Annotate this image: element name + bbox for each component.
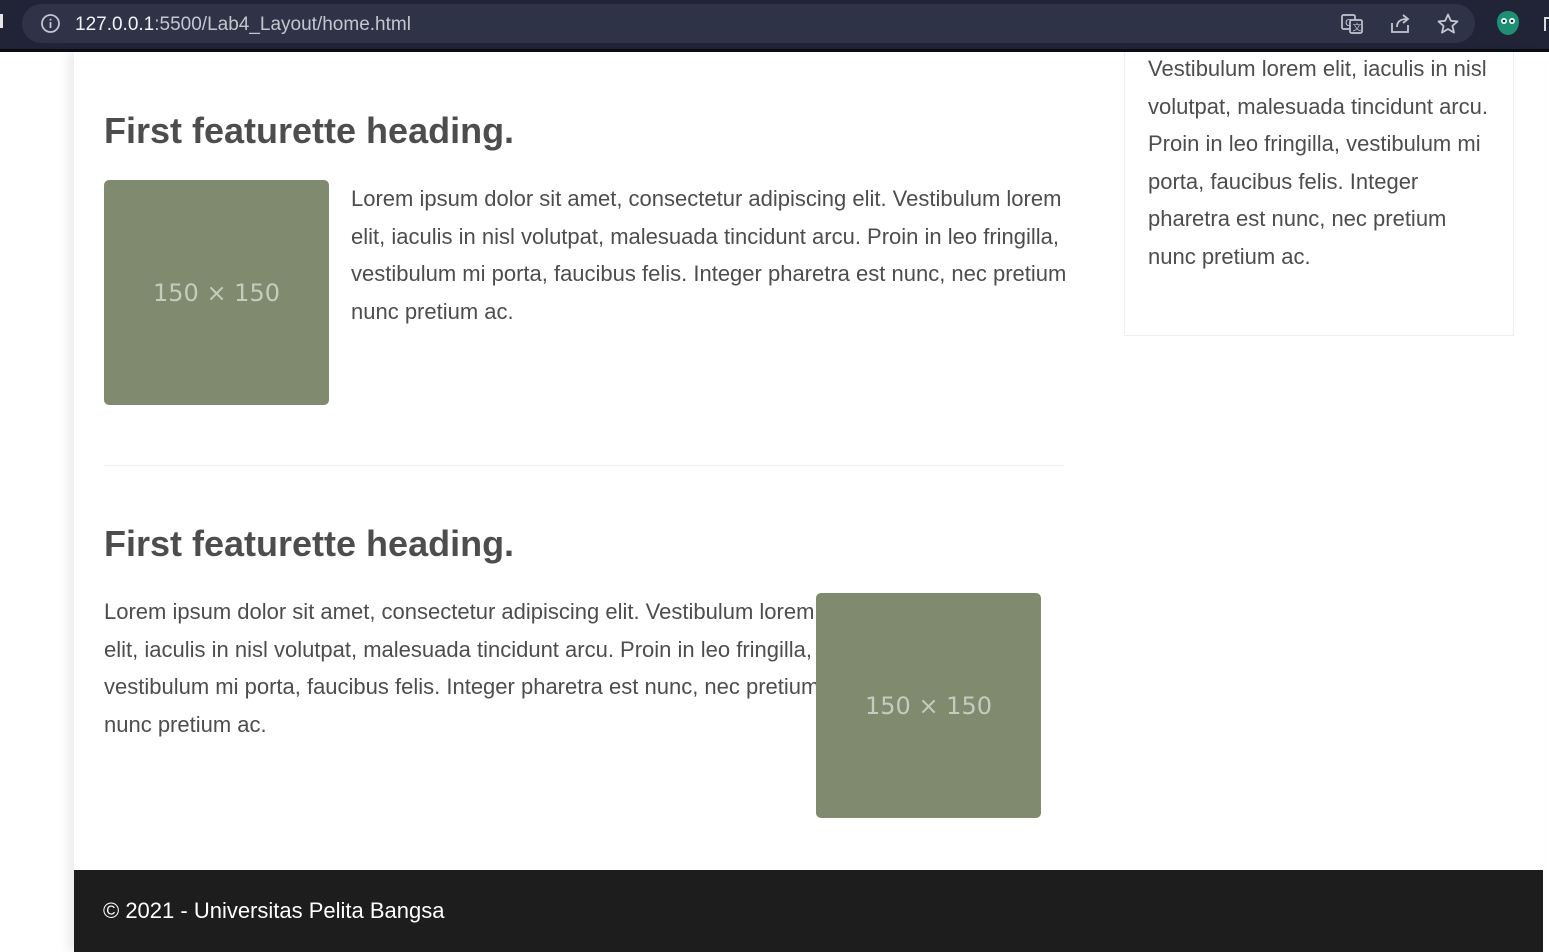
share-icon[interactable] xyxy=(1388,12,1412,36)
url-text[interactable]: 127.0.0.1:5500/Lab4_Layout/home.html xyxy=(75,14,411,36)
placeholder-image: 150 × 150 xyxy=(816,593,1041,818)
address-bar[interactable]: 127.0.0.1:5500/Lab4_Layout/home.html G 文 xyxy=(22,4,1475,43)
main-container: First featurette heading. 150 × 150 Lore… xyxy=(74,52,1543,952)
translate-icon[interactable]: G 文 xyxy=(1340,12,1364,36)
url-host: 127.0.0.1 xyxy=(75,14,155,35)
page-viewport[interactable]: First featurette heading. 150 × 150 Lore… xyxy=(0,52,1549,952)
window-edge-marker xyxy=(0,14,3,28)
footer: © 2021 - Universitas Pelita Bangsa xyxy=(74,870,1543,952)
info-icon[interactable] xyxy=(40,13,61,34)
url-path: :5500/Lab4_Layout/home.html xyxy=(154,14,411,35)
sidebar-widget: Vestibulum lorem elit, iaculis in nisl v… xyxy=(1124,52,1514,336)
featurette-divider xyxy=(104,465,1064,466)
bookmark-star-icon[interactable] xyxy=(1436,12,1460,36)
footer-copyright: © 2021 - Universitas Pelita Bangsa xyxy=(103,898,445,923)
featurette-text: Lorem ipsum dolor sit amet, consectetur … xyxy=(351,186,1067,324)
browser-toolbar: 127.0.0.1:5500/Lab4_Layout/home.html G 文 xyxy=(0,0,1549,52)
sidebar-widget-text: Vestibulum lorem elit, iaculis in nisl v… xyxy=(1148,56,1488,269)
featurette-text: Lorem ipsum dolor sit amet, consectetur … xyxy=(104,599,820,737)
featurette-heading: First featurette heading. xyxy=(104,523,515,564)
placeholder-image: 150 × 150 xyxy=(104,180,329,405)
svg-text:文: 文 xyxy=(1353,22,1362,34)
window-edge-corner xyxy=(1544,17,1549,31)
featurette-heading: First featurette heading. xyxy=(104,110,515,151)
placeholder-image-label: 150 × 150 xyxy=(153,278,280,307)
placeholder-image-label: 150 × 150 xyxy=(865,691,992,720)
extension-icon[interactable] xyxy=(1495,9,1521,37)
